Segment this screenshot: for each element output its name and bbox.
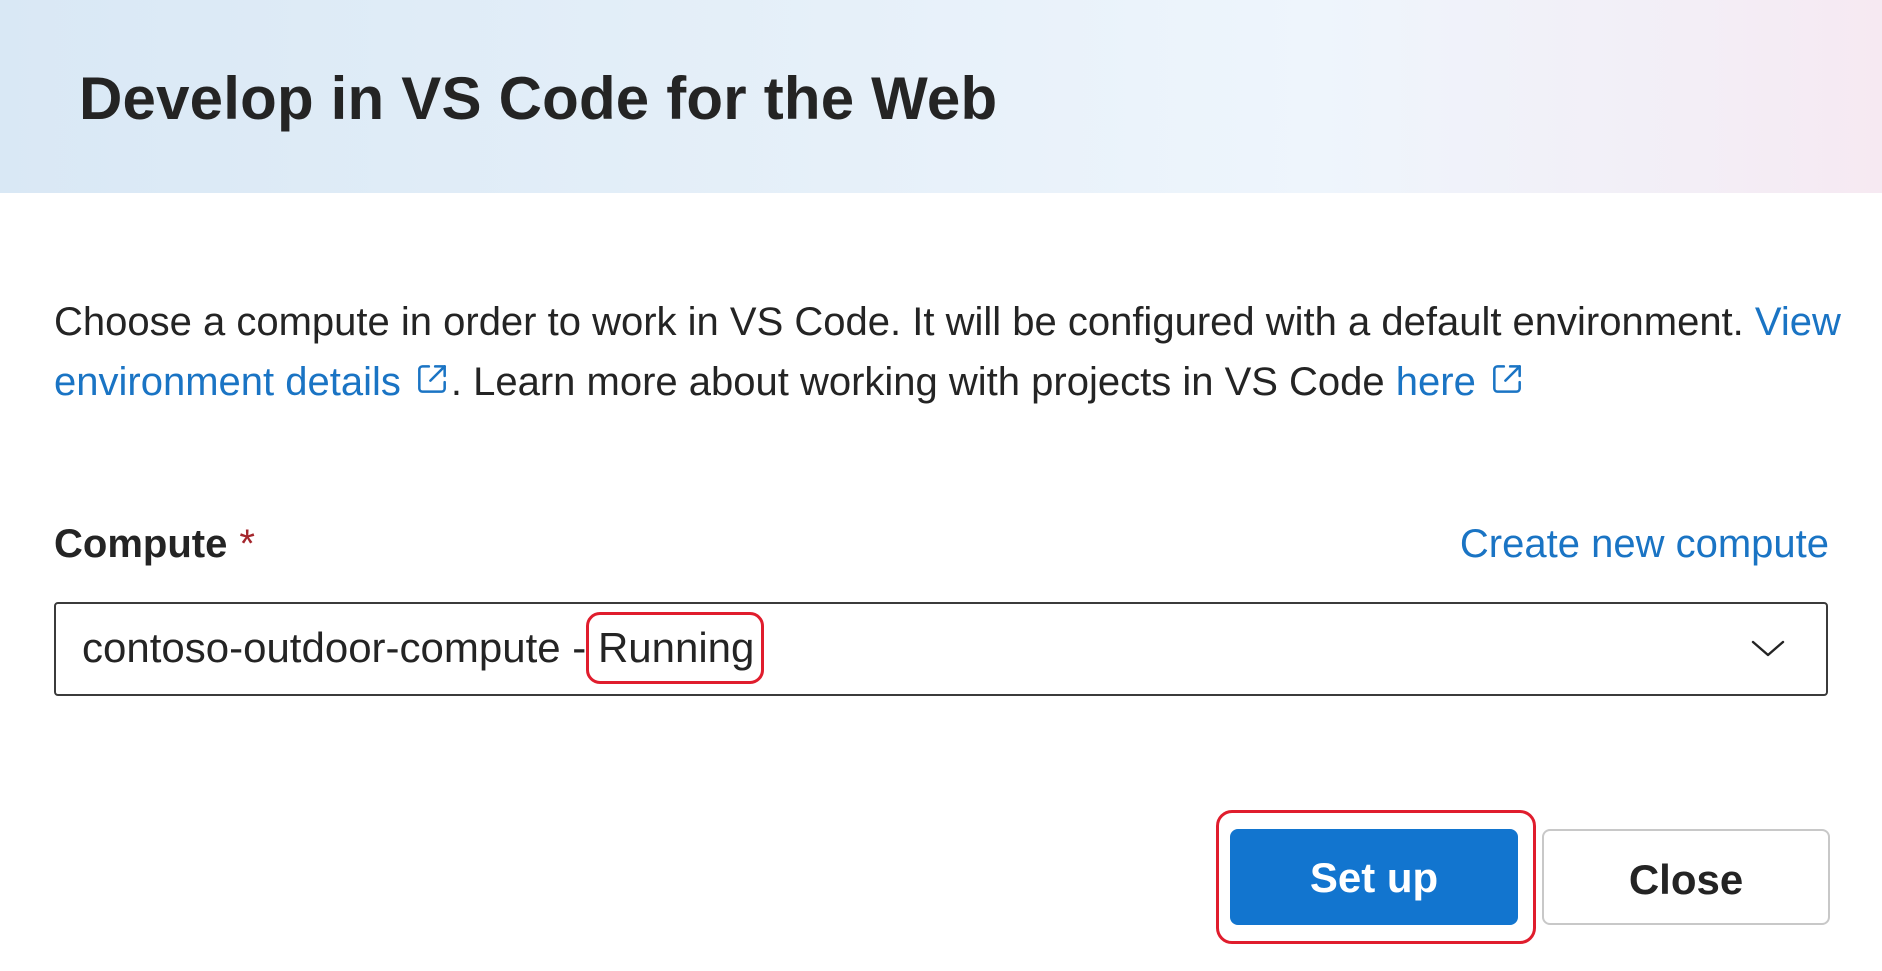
- compute-status: Running: [585, 612, 765, 684]
- dialog-header: Develop in VS Code for the Web: [0, 0, 1882, 193]
- status-highlight-annotation: [585, 612, 765, 684]
- compute-name: contoso-outdoor-compute -: [82, 624, 598, 671]
- compute-field-label: Compute *: [54, 522, 255, 567]
- description-text-1: Choose a compute in order to work in VS …: [54, 300, 1755, 344]
- chevron-down-icon: [1750, 636, 1786, 660]
- external-link-icon: [413, 360, 451, 398]
- close-button[interactable]: Close: [1542, 829, 1830, 925]
- external-link-icon: [1488, 360, 1526, 398]
- create-new-compute-link[interactable]: Create new compute: [1460, 522, 1829, 567]
- required-marker: *: [239, 522, 255, 566]
- dialog-description: Choose a compute in order to work in VS …: [54, 292, 1844, 412]
- learn-more-here-label: here: [1395, 360, 1476, 404]
- learn-more-here-link[interactable]: here: [1396, 360, 1526, 404]
- vscode-web-dialog: Develop in VS Code for the Web Choose a …: [0, 0, 1882, 971]
- compute-label-text: Compute: [54, 522, 228, 566]
- compute-selected-value: contoso-outdoor-compute - Running: [82, 612, 765, 684]
- compute-dropdown[interactable]: contoso-outdoor-compute - Running: [54, 602, 1828, 696]
- dialog-title: Develop in VS Code for the Web: [79, 65, 998, 132]
- setup-button[interactable]: Set up: [1230, 829, 1518, 925]
- description-text-2: . Learn more about working with projects…: [450, 360, 1396, 404]
